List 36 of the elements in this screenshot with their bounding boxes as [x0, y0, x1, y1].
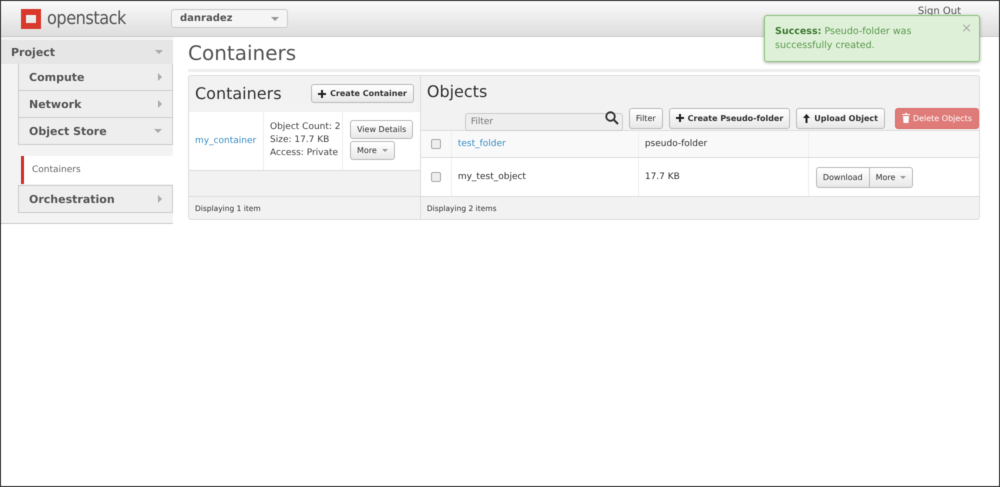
sign-out-link[interactable]: Sign Out [918, 6, 961, 17]
object-size: 17.7 KB [644, 172, 680, 182]
object-size: pseudo-folder [644, 139, 708, 149]
brand-name: openstack [47, 8, 126, 29]
object-name: my_test_object [458, 172, 526, 182]
container-detail: Object Count: 2 [270, 121, 342, 134]
container-detail: Size: 17.7 KB [270, 134, 330, 148]
sidebar-item[interactable]: Compute [18, 64, 173, 91]
filter-button[interactable]: Filter [628, 108, 663, 128]
sidebar-item[interactable]: Network [18, 91, 173, 118]
logo-icon [19, 8, 43, 30]
search-icon [604, 111, 619, 125]
download-button[interactable]: Download [816, 166, 870, 188]
sidebar-subitem[interactable]: Containers [21, 156, 173, 184]
create-pseudo-folder-button[interactable]: Create Pseudo-folder [668, 108, 790, 128]
upload-object-button[interactable]: Upload Object [796, 108, 885, 128]
upload-icon [803, 114, 810, 122]
sidebar-item[interactable]: Object Store [18, 118, 173, 145]
more-button[interactable]: More [870, 166, 914, 188]
view-details-button[interactable]: View Details [350, 120, 414, 138]
row-checkbox[interactable] [430, 172, 441, 182]
plus-icon [318, 90, 326, 98]
plus-icon [676, 114, 684, 122]
objects-title: Objects [426, 82, 488, 100]
project-selector[interactable]: danradez [171, 9, 288, 28]
create-container-button[interactable]: Create Container [311, 84, 414, 104]
container-detail: Access: Private [270, 147, 340, 160]
more-button[interactable]: More [350, 140, 395, 160]
container-link[interactable]: my_container [189, 112, 264, 170]
sidebar-section[interactable]: Project [1, 40, 173, 64]
sidebar-item[interactable]: Orchestration [18, 185, 173, 213]
containers-title: Containers [195, 84, 282, 104]
row-checkbox[interactable] [430, 139, 441, 149]
trash-icon [902, 113, 910, 123]
filter-field[interactable]: Filter [464, 113, 623, 131]
alert-message: Success: Pseudo-folder was successfully created. [775, 26, 912, 51]
